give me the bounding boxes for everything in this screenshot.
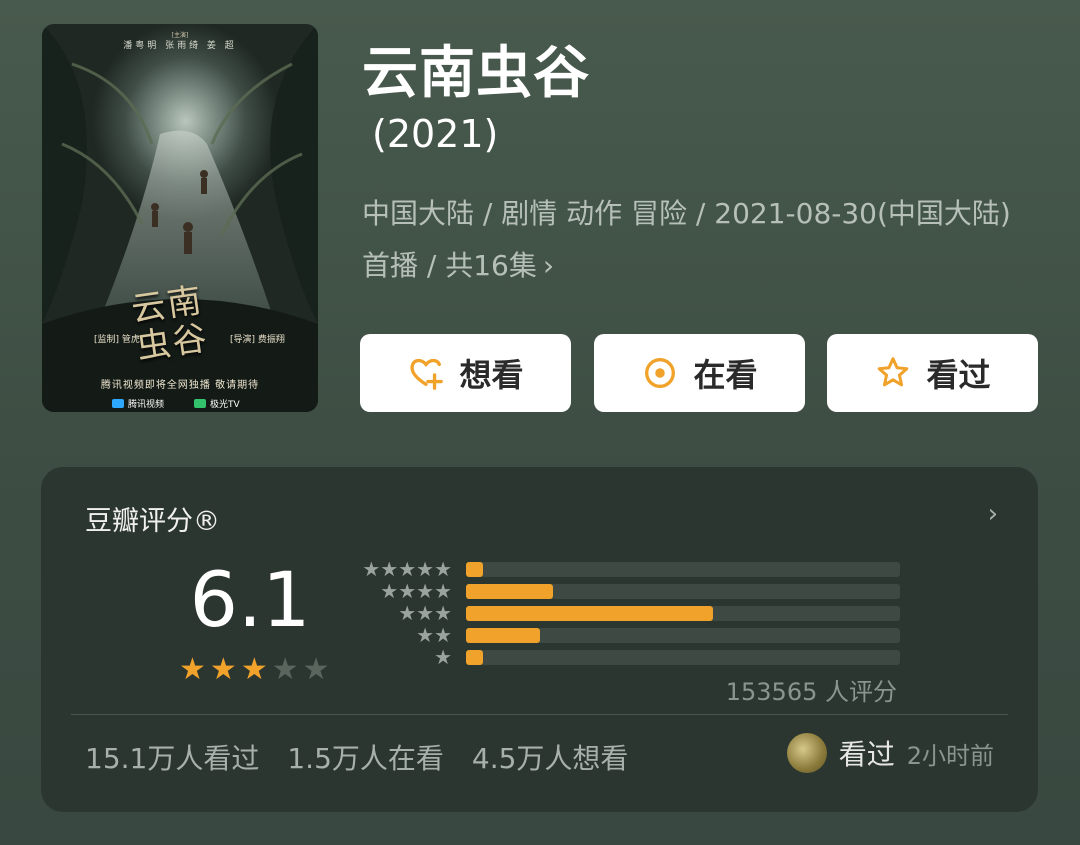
audience-stats: 15.1万人看过 1.5万人在看 4.5万人想看	[85, 737, 628, 777]
chevron-right-icon[interactable]: ›	[988, 499, 998, 529]
star-icon: ★	[416, 623, 435, 647]
distribution-bar	[466, 628, 540, 643]
rating-card[interactable]: 豆瓣评分® › 6.1 ★ ★ ★ ★ ★ ★ ★ ★ ★ ★ ★ ★ ★ ★ ★ ★ ★ ★ ★ ★ 153565…	[41, 467, 1038, 812]
stat-want: 4.5万人想看	[471, 742, 629, 775]
distribution-stars: ★ ★	[354, 625, 452, 645]
star-empty-icon: ★	[271, 652, 299, 687]
stat-watched: 15.1万人看过	[85, 742, 260, 775]
chevron-right-icon: ›	[542, 249, 555, 282]
star-icon: ★	[434, 579, 452, 603]
watching-button[interactable]: 在看	[594, 334, 805, 412]
stat-watching: 1.5万人在看	[287, 742, 444, 775]
watched-button-label: 看过	[926, 356, 991, 394]
poster-tagline: 腾讯视频即将全网独播 敬请期待	[100, 380, 260, 391]
star-icon: ★	[398, 557, 417, 581]
star-icon: ★	[398, 601, 417, 625]
avatar[interactable]	[786, 733, 827, 773]
star-icon: ★	[380, 579, 399, 603]
poster-platform-jiguang: 极光TV	[194, 397, 240, 410]
show-meta[interactable]: 中国大陆 / 剧情 动作 冒险 / 2021-08-30(中国大陆) 首播 / …	[362, 188, 1042, 292]
star-icon: ★	[416, 557, 435, 581]
friend-time: 2小时前	[906, 741, 994, 770]
friend-activity[interactable]: 看过 2小时前	[786, 733, 994, 773]
star-icon: ★	[362, 557, 381, 581]
show-title: 云南虫谷	[362, 41, 590, 106]
distribution-row: ★ ★	[354, 625, 914, 647]
distribution-row: ★ ★ ★ ★ ★	[354, 559, 914, 581]
star-filled-icon: ★	[209, 652, 237, 687]
poster-image[interactable]: [主演] 潘粤明 张雨绮 姜 超 云南 虫谷 [监制] 管虎 [导演] 费振翔 …	[42, 24, 318, 412]
distribution-track	[466, 628, 900, 643]
show-year: (2021)	[372, 112, 499, 156]
show-meta-text: 中国大陆 / 剧情 动作 冒险 / 2021-08-30(中国大陆) 首播 / …	[362, 197, 1011, 282]
poster-platform-tencent: 腾讯视频	[112, 397, 164, 410]
watched-button[interactable]: 看过	[827, 334, 1038, 412]
distribution-stars: ★	[354, 647, 452, 667]
distribution-track	[466, 606, 900, 621]
want-button[interactable]: 想看	[360, 334, 571, 412]
tencent-video-icon	[112, 399, 124, 408]
heart-plus-icon	[410, 358, 444, 390]
distribution-bar	[466, 562, 484, 577]
target-icon	[645, 358, 676, 388]
poster-director: [导演] 费振翔	[230, 335, 285, 345]
star-icon: ★	[398, 579, 417, 603]
divider	[71, 714, 1008, 715]
distribution-stars: ★ ★ ★ ★ ★	[354, 559, 452, 579]
distribution-track	[466, 650, 900, 665]
friend-status: 看过	[838, 738, 895, 771]
watching-button-label: 在看	[693, 356, 758, 394]
distribution-track	[466, 562, 900, 577]
distribution-row: ★	[354, 647, 914, 669]
star-icon: ★	[434, 601, 452, 625]
distribution-stars: ★ ★ ★	[354, 603, 452, 623]
poster-producer: [监制] 管虎	[94, 335, 140, 345]
rating-count: 153565 人评分	[725, 678, 897, 706]
star-icon: ★	[380, 557, 399, 581]
distribution-track	[466, 584, 900, 599]
poster-logo: 云南 虫谷	[128, 280, 212, 368]
star-icon: ★	[434, 623, 452, 647]
want-button-label: 想看	[459, 356, 524, 394]
star-filled-icon: ★	[179, 652, 206, 687]
star-outline-icon	[878, 357, 909, 387]
rating-stars: ★ ★ ★ ★ ★	[179, 655, 330, 685]
star-empty-icon: ★	[302, 652, 330, 687]
distribution-stars: ★ ★ ★ ★	[354, 581, 452, 601]
distribution-row: ★ ★ ★ ★	[354, 581, 914, 603]
star-icon: ★	[434, 557, 452, 581]
rating-title: 豆瓣评分®	[85, 506, 220, 537]
distribution-row: ★ ★ ★	[354, 603, 914, 625]
star-filled-icon: ★	[240, 652, 268, 687]
star-icon: ★	[416, 601, 435, 625]
star-icon: ★	[434, 645, 452, 669]
distribution-bar	[466, 606, 714, 621]
poster-cast: 潘粤明 张雨绮 姜 超	[123, 41, 237, 51]
jiguang-tv-icon	[194, 399, 206, 408]
star-icon: ★	[416, 579, 435, 603]
distribution-bar	[466, 584, 553, 599]
distribution-bar	[466, 650, 484, 665]
